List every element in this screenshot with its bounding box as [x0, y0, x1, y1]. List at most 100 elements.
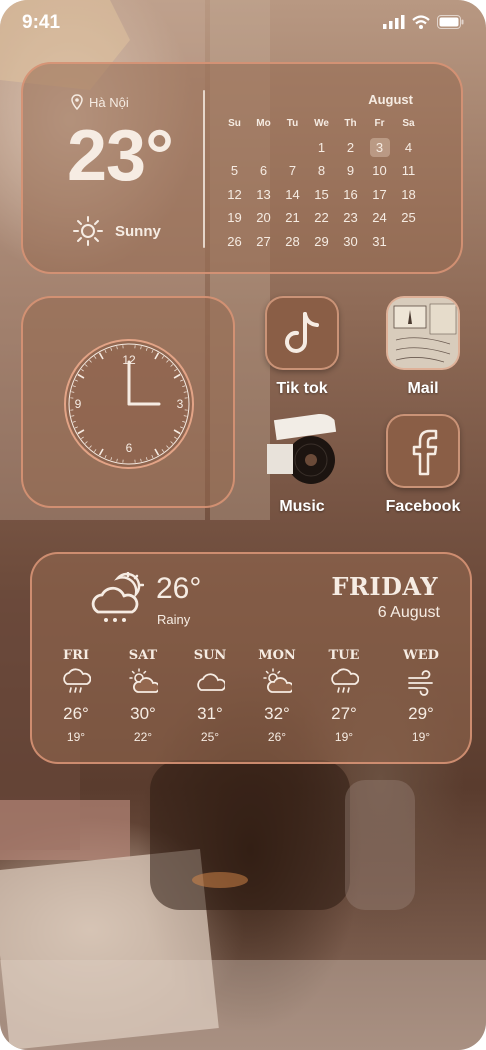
forecast-day-label: SUN: [193, 648, 227, 663]
sun-cloud-rain-icon: [91, 572, 144, 622]
app-label: Facebook: [385, 498, 461, 515]
weather-calendar-widget[interactable]: Hà Nội 23° Sunny August Su Mo Tu We Th Fr Sa 1 2…: [21, 62, 463, 274]
forecast-widget[interactable]: 26° Rainy FRIDAY 6 August FRI 26° 19° SAT 30…: [30, 552, 472, 764]
calendar-day[interactable]: 4: [394, 136, 423, 160]
app-music[interactable]: Music: [247, 414, 357, 516]
facebook-icon[interactable]: [386, 414, 460, 488]
forecast-day-sat: SAT 30° 22°: [111, 648, 175, 744]
calendar-day[interactable]: 13: [249, 183, 278, 207]
calendar-day[interactable]: 29: [307, 230, 336, 254]
weather-condition: Sunny: [73, 216, 161, 246]
calendar-empty: [278, 136, 307, 160]
forecast-day-label: FRI: [62, 648, 90, 663]
phone-screen: 9:41 Hà Nội 23° Sunny August Su Mo Tu We Th F…: [0, 0, 486, 1050]
calendar-day[interactable]: 5: [220, 159, 249, 183]
clock-widget[interactable]: 12 3 6 9: [21, 296, 235, 508]
calendar-day[interactable]: 1: [307, 136, 336, 160]
status-bar: 9:41: [0, 0, 486, 50]
forecast-day-wed: WED 29° 19°: [389, 648, 453, 744]
calendar-day[interactable]: 12: [220, 183, 249, 207]
wind-icon: [389, 668, 453, 696]
calendar-day[interactable]: 28: [278, 230, 307, 254]
calendar-empty: [220, 136, 249, 160]
app-mail[interactable]: Mail: [368, 296, 478, 398]
sun-cloud-icon: [111, 668, 175, 696]
battery-icon: [437, 15, 464, 29]
tiktok-icon[interactable]: [265, 296, 339, 370]
condition-label: Sunny: [115, 222, 161, 240]
cloud-icon: [178, 668, 242, 696]
calendar-day[interactable]: 15: [307, 183, 336, 207]
calendar-weekday: Mo: [256, 118, 271, 130]
app-label: Tik tok: [276, 380, 328, 397]
calendar-day[interactable]: 16: [336, 183, 365, 207]
forecast-low: 19°: [66, 730, 86, 744]
forecast-day-tue: TUE 27° 19°: [312, 648, 376, 744]
sun-icon: [73, 216, 103, 246]
app-facebook[interactable]: Facebook: [368, 414, 478, 516]
forecast-high: 26°: [63, 704, 89, 723]
forecast-day-mon: MON 32° 26°: [245, 648, 309, 744]
forecast-low: 22°: [133, 730, 153, 744]
calendar-day[interactable]: 10: [365, 159, 394, 183]
calendar-day[interactable]: 14: [278, 183, 307, 207]
forecast-low: 26°: [267, 730, 287, 744]
calendar-grid: Su Mo Tu We Th Fr Sa 1 2 3 4 5 6 7 8 9 10 11 12 13 14 15 16 17 1…: [220, 112, 423, 277]
forecast-day-fri: FRI 26° 19°: [44, 648, 108, 744]
forecast-day-label: TUE: [328, 648, 360, 663]
calendar-weekday: Fr: [374, 118, 385, 130]
status-icons: [383, 15, 464, 29]
calendar-day[interactable]: 3: [365, 136, 394, 160]
calendar-day[interactable]: 22: [307, 206, 336, 230]
app-tiktok[interactable]: Tik tok: [247, 296, 357, 398]
calendar-day[interactable]: 24: [365, 206, 394, 230]
calendar-day[interactable]: 18: [394, 183, 423, 207]
calendar-day[interactable]: 30: [336, 230, 365, 254]
calendar-day[interactable]: 25: [394, 206, 423, 230]
calendar-day[interactable]: 17: [365, 183, 394, 207]
forecast-high: 29°: [408, 704, 434, 723]
calendar-weekday: Su: [228, 118, 241, 130]
calendar-weekday: Th: [344, 118, 357, 130]
forecast-date: 6 August: [377, 604, 440, 621]
calendar-weekday: We: [314, 118, 329, 130]
calendar-day[interactable]: 6: [249, 159, 278, 183]
status-time: 9:41: [22, 12, 61, 33]
location-pin-icon: [71, 94, 83, 110]
forecast-high: 30°: [130, 704, 156, 723]
calendar-day[interactable]: 31: [365, 230, 394, 254]
app-label: Music: [279, 498, 325, 515]
calendar-weekday: Sa: [402, 118, 415, 130]
forecast-high: 27°: [331, 704, 357, 723]
calendar-day[interactable]: 7: [278, 159, 307, 183]
calendar-today[interactable]: 3: [369, 137, 390, 157]
sun-cloud-icon: [245, 668, 309, 696]
widget-divider: [203, 90, 205, 248]
calendar-day[interactable]: 20: [249, 206, 278, 230]
forecast-current-condition: Rainy: [157, 612, 191, 627]
calendar-day[interactable]: 8: [307, 159, 336, 183]
mail-icon[interactable]: [386, 296, 460, 370]
forecast-low: 25°: [200, 730, 220, 744]
calendar-day[interactable]: 27: [249, 230, 278, 254]
forecast-day-label: WED: [403, 648, 439, 663]
signal-icon: [383, 15, 405, 29]
forecast-current-temp: 26°: [156, 572, 202, 605]
calendar-day[interactable]: 11: [394, 159, 423, 183]
calendar-day[interactable]: 26: [220, 230, 249, 254]
forecast-low: 19°: [334, 730, 354, 744]
music-icon[interactable]: [265, 414, 339, 488]
analog-clock: 12 3 6 9: [64, 339, 194, 469]
calendar-day[interactable]: 9: [336, 159, 365, 183]
calendar-day[interactable]: 21: [278, 206, 307, 230]
forecast-day: FRIDAY: [331, 572, 438, 601]
rain-icon: [44, 668, 108, 696]
calendar-day[interactable]: 23: [336, 206, 365, 230]
forecast-day-label: MON: [258, 648, 296, 663]
forecast-day-label: SAT: [128, 648, 158, 663]
calendar-day[interactable]: 2: [336, 136, 365, 160]
calendar-day[interactable]: 19: [220, 206, 249, 230]
current-temperature: 23°: [67, 116, 174, 196]
forecast-low: 19°: [411, 730, 431, 744]
forecast-high: 32°: [264, 704, 290, 723]
